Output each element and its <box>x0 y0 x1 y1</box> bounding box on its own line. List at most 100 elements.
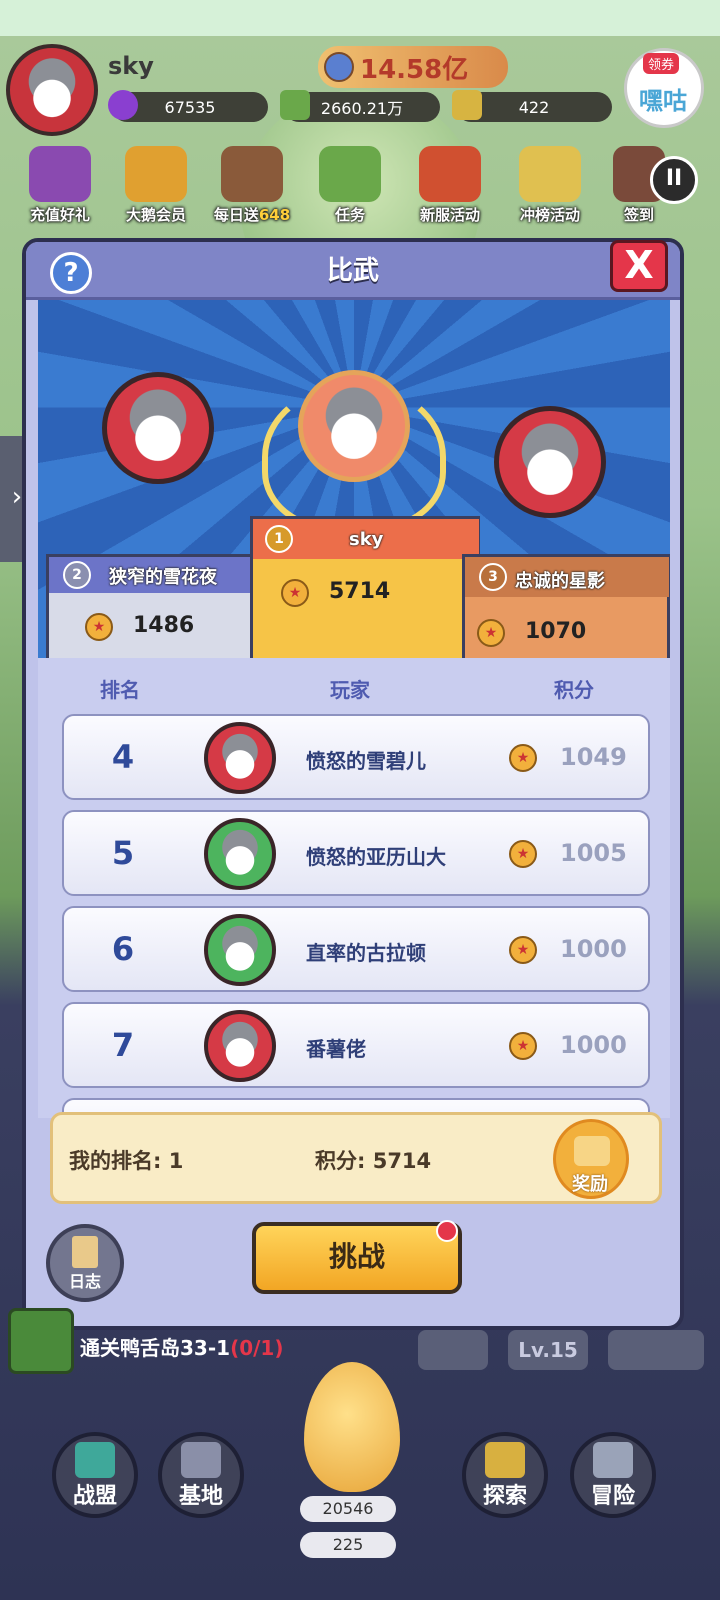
rank-2-badge: 2 <box>63 561 91 589</box>
adventure-swords-icon <box>593 1442 633 1478</box>
first-place-platform: 1 sky ★ 5714 <box>250 516 480 658</box>
modal-header: 比武 <box>26 242 680 300</box>
settings-gear-button[interactable] <box>418 1330 488 1370</box>
gift-icon <box>29 146 91 202</box>
coupon-button[interactable]: 领券 嘿咕 <box>624 48 704 128</box>
nav-adventure[interactable]: 冒险 <box>570 1432 656 1518</box>
nav-alliance[interactable]: 战盟 <box>52 1432 138 1518</box>
row-score: 1049 <box>560 743 627 771</box>
coupon-tag: 领券 <box>643 53 680 74</box>
score-star-icon: ★ <box>85 613 113 641</box>
close-icon: X <box>624 243 654 287</box>
row-score: 1000 <box>560 1031 627 1059</box>
vip-crown-icon <box>125 146 187 202</box>
pause-button[interactable]: II <box>650 156 698 204</box>
activity-vip[interactable]: 大鹅会员 <box>112 146 200 225</box>
header-rank: 排名 <box>100 678 140 702</box>
close-button[interactable]: X <box>610 240 668 292</box>
chest-icon <box>574 1136 610 1166</box>
third-place-score: 1070 <box>525 619 587 644</box>
quest-feather-icon[interactable] <box>8 1308 74 1374</box>
egg-count-primary: 20546 <box>300 1496 396 1522</box>
gold-bag-icon <box>324 52 354 82</box>
score-star-icon: ★ <box>509 1032 537 1060</box>
first-place-avatar[interactable] <box>298 370 410 482</box>
gem-icon <box>108 90 138 120</box>
rank-3-badge: 3 <box>479 563 507 591</box>
second-place-avatar[interactable] <box>102 372 214 484</box>
modal-title: 比武 <box>326 256 379 286</box>
first-place-score: 5714 <box>329 579 391 604</box>
notebook-icon <box>72 1236 98 1268</box>
score-star-icon: ★ <box>477 619 505 647</box>
rocket-icon <box>419 146 481 202</box>
player-avatar[interactable] <box>6 44 98 136</box>
third-place-name: 忠诚的星影 <box>515 571 605 592</box>
goose-portrait-icon <box>10 48 94 132</box>
row-player-name: 番薯佬 <box>306 1037 366 1061</box>
activity-daily[interactable]: 每日送648 <box>208 146 296 225</box>
goose-portrait-icon <box>208 918 272 982</box>
activity-recharge[interactable]: 充值好礼 <box>16 146 104 225</box>
row-rank: 6 <box>111 930 135 968</box>
help-button[interactable]: ? <box>50 252 92 294</box>
chest-icon <box>221 146 283 202</box>
activity-task[interactable]: 任务 <box>306 146 394 225</box>
gold-counter: 14.58亿 <box>318 46 508 88</box>
trophy-duck-icon <box>519 146 581 202</box>
second-place-platform: 2 狭窄的雪花夜 ★ 1486 <box>46 554 256 658</box>
quest-text[interactable]: 通关鸭舌岛33-1(0/1) <box>80 1332 283 1361</box>
activity-newserver[interactable]: 新服活动 <box>406 146 494 225</box>
arena-modal: 比武 ? X 2 狭窄的雪花夜 ★ 1486 1 sky ★ 5714 3 忠诚… <box>22 238 684 1330</box>
row-player-name: 愤怒的雪碧儿 <box>306 749 426 773</box>
third-place-platform: 3 忠诚的星影 ★ 1070 <box>462 554 670 658</box>
row-rank: 4 <box>111 738 135 776</box>
second-place-score: 1486 <box>133 613 195 638</box>
rank-1-badge: 1 <box>265 525 293 553</box>
chevron-right-icon: › <box>11 482 23 512</box>
chat-button[interactable] <box>608 1330 704 1370</box>
egg-count-secondary: 225 <box>300 1532 396 1558</box>
nav-explore[interactable]: 探索 <box>462 1432 548 1518</box>
nav-base[interactable]: 基地 <box>158 1432 244 1518</box>
row-avatar <box>204 722 276 794</box>
reward-label: 奖励 <box>572 1174 608 1195</box>
ranking-row[interactable]: 7 番薯佬 ★ 1000 <box>62 1002 650 1088</box>
base-building-icon <box>181 1442 221 1478</box>
log-button[interactable]: 日志 <box>46 1224 124 1302</box>
activity-ranking[interactable]: 冲榜活动 <box>506 146 594 225</box>
third-place-avatar[interactable] <box>494 406 606 518</box>
goose-portrait-icon <box>208 726 272 790</box>
cash-icon <box>280 90 310 120</box>
goose-portrait-icon <box>208 1014 272 1078</box>
row-score: 1000 <box>560 935 627 963</box>
gem-value: 67535 <box>164 97 216 117</box>
score-star-icon: ★ <box>509 744 537 772</box>
ranking-row[interactable]: 6 直率的古拉顿 ★ 1000 <box>62 906 650 992</box>
ranking-list[interactable]: 排名 玩家 积分 4 愤怒的雪碧儿 ★ 1049 5 愤怒的亚历山大 ★ 100… <box>38 658 670 1118</box>
notification-dot <box>436 1220 458 1242</box>
log-label: 日志 <box>68 1272 101 1291</box>
second-place-name: 狭窄的雪花夜 <box>109 567 217 588</box>
row-avatar <box>204 914 276 986</box>
ranking-row[interactable]: 4 愤怒的雪碧儿 ★ 1049 <box>62 714 650 800</box>
explore-device-icon <box>485 1442 525 1478</box>
ticket-icon <box>452 90 482 120</box>
challenge-label: 挑战 <box>328 1240 385 1273</box>
player-name: sky <box>108 52 154 80</box>
goose-portrait-icon <box>208 822 272 886</box>
my-score-label: 积分: 5714 <box>315 1149 432 1173</box>
goose-portrait-icon <box>107 377 209 479</box>
checklist-icon <box>319 146 381 202</box>
pause-icon: II <box>665 166 683 191</box>
reward-button[interactable]: 奖励 <box>553 1119 629 1199</box>
gold-value: 14.58亿 <box>360 54 469 85</box>
podium-area: 2 狭窄的雪花夜 ★ 1486 1 sky ★ 5714 3 忠诚的星影 ★ 1… <box>38 300 670 658</box>
alliance-fist-icon <box>75 1442 115 1478</box>
ranking-row[interactable]: 5 愤怒的亚历山大 ★ 1005 <box>62 810 650 896</box>
score-star-icon: ★ <box>509 840 537 868</box>
score-star-icon: ★ <box>509 936 537 964</box>
row-rank: 7 <box>111 1026 135 1064</box>
challenge-button[interactable]: 挑战 <box>252 1220 462 1294</box>
row-avatar <box>204 818 276 890</box>
